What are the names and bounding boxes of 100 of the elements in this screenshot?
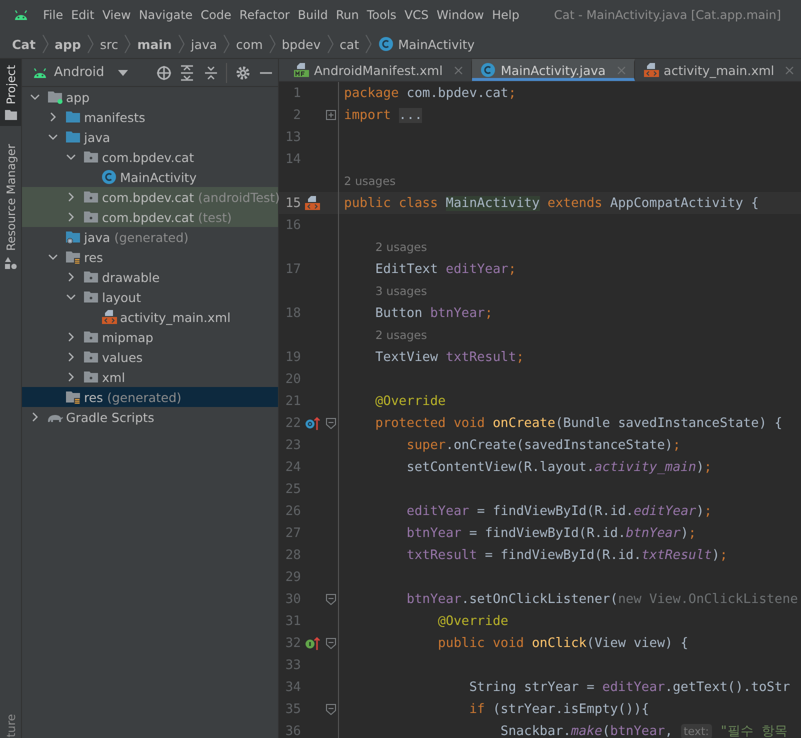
line-number: 32 <box>284 636 301 650</box>
tree-item[interactable]: res <box>22 247 278 267</box>
breadcrumb-item[interactable]: com <box>236 36 263 52</box>
chevron-icon <box>124 34 132 54</box>
tree-item[interactable]: com.bpdev.cat (test) <box>22 207 278 227</box>
module-folder-icon <box>47 89 63 105</box>
code-line: @Override <box>436 614 508 628</box>
tree-item[interactable]: app <box>22 87 278 107</box>
tool-window-tab[interactable]: ture <box>0 714 21 738</box>
class-icon <box>101 169 117 185</box>
line-number: 24 <box>284 460 301 474</box>
code-line: import ... <box>344 108 422 122</box>
tree-item[interactable]: MainActivity <box>22 167 278 187</box>
class-icon <box>378 36 394 52</box>
tree-item[interactable]: java <box>22 127 278 147</box>
editor-tab[interactable]: activity_main.xml <box>634 59 801 81</box>
menu-item[interactable]: Run <box>332 8 363 22</box>
menu-item[interactable]: File <box>39 8 68 22</box>
tree-item[interactable]: com.bpdev.cat <box>22 147 278 167</box>
close-icon <box>454 66 463 74</box>
chevron-icon <box>268 34 276 54</box>
chevron-icon <box>86 34 94 54</box>
minimize-icon <box>260 72 272 74</box>
menu-item[interactable]: Code <box>196 8 236 22</box>
expand-all-icon <box>179 64 196 80</box>
code-line: Button btnYear; <box>374 306 493 320</box>
package-folder-icon <box>83 349 99 365</box>
menu-item[interactable]: Window <box>432 8 488 22</box>
code-line: public void onClick(View view) { <box>436 636 688 650</box>
chevron-right-icon <box>48 112 58 122</box>
editor-tab[interactable]: AndroidManifest.xml <box>285 59 472 81</box>
usages-hint[interactable]: 2 usages <box>344 174 396 188</box>
usages-hint[interactable]: 2 usages <box>375 328 427 342</box>
layout-file-icon <box>642 62 659 78</box>
view-selector[interactable]: Android <box>32 65 128 80</box>
package-folder-icon <box>83 269 99 285</box>
code-line: @Override <box>374 394 446 408</box>
breadcrumb-item[interactable]: MainActivity <box>398 36 475 52</box>
line-number: 27 <box>284 526 301 540</box>
folder-icon <box>4 110 16 120</box>
tool-window-tab[interactable]: Project <box>0 59 21 126</box>
chevron-right-icon <box>66 272 76 282</box>
line-number: 2 <box>292 108 301 122</box>
line-number: 18 <box>284 306 301 320</box>
manifest-file-icon <box>293 62 309 78</box>
usages-hint[interactable]: 3 usages <box>375 284 427 298</box>
line-number: 28 <box>284 548 301 562</box>
code-line: btnYear = findViewById(R.id.btnYear); <box>406 526 696 540</box>
package-folder-icon <box>83 369 99 385</box>
menu-item[interactable]: Refactor <box>235 8 294 22</box>
chevron-right-icon <box>30 412 40 422</box>
line-number: 34 <box>284 680 301 694</box>
close-icon <box>616 66 626 74</box>
tree-item[interactable]: activity_main.xml <box>22 307 278 327</box>
resource-folder-icon <box>65 249 81 265</box>
breadcrumb-item[interactable]: Cat <box>12 36 36 52</box>
breadcrumb-item[interactable]: app <box>54 36 81 52</box>
override-icon <box>304 415 320 431</box>
tree-item[interactable]: mipmap <box>22 327 278 347</box>
layout-file-icon <box>101 309 117 325</box>
line-number: 21 <box>284 394 301 408</box>
code-line: btnYear.setOnClickListener(new View.OnClickListene <box>406 592 798 606</box>
code-line: EditText editYear; <box>374 262 516 276</box>
breadcrumb-item[interactable]: java <box>190 36 218 52</box>
chevron-down-icon <box>30 92 40 102</box>
resource-folder-icon <box>65 389 81 405</box>
breadcrumb-item[interactable]: main <box>137 36 172 52</box>
menu-item[interactable]: VCS <box>400 8 433 22</box>
tree-item[interactable]: layout <box>22 287 278 307</box>
window-title: Cat - MainActivity.java [Cat.app.main] <box>554 8 781 22</box>
menu-item[interactable]: Tools <box>362 8 400 22</box>
editor-tab[interactable]: MainActivity.java <box>472 59 635 81</box>
line-number: 29 <box>284 570 301 584</box>
usages-hint[interactable]: 2 usages <box>375 240 427 254</box>
line-number: 25 <box>284 482 301 496</box>
code-line: setContentView(R.layout.activity_main); <box>406 460 712 474</box>
line-number: 1 <box>292 86 301 100</box>
code-line: if (strYear.isEmpty()){ <box>468 702 650 716</box>
line-number: 31 <box>284 614 301 628</box>
tool-window-tab[interactable]: Resource Manager <box>0 138 21 276</box>
package-folder-icon <box>83 149 99 165</box>
tree-item[interactable]: Gradle Scripts <box>22 407 278 427</box>
tree-item[interactable]: java (generated) <box>22 227 278 247</box>
tree-item[interactable]: res (generated) <box>22 387 278 407</box>
android-icon <box>32 66 48 80</box>
tree-item[interactable]: values <box>22 347 278 367</box>
tree-item[interactable]: drawable <box>22 267 278 287</box>
menu-item[interactable]: Edit <box>67 8 98 22</box>
generated-folder-icon <box>65 229 81 245</box>
tree-item[interactable]: manifests <box>22 107 278 127</box>
menu-item[interactable]: View <box>98 8 135 22</box>
menu-item[interactable]: Navigate <box>134 8 197 22</box>
breadcrumb-item[interactable]: cat <box>340 36 360 52</box>
menu-item[interactable]: Help <box>488 8 524 22</box>
menu-item[interactable]: Build <box>294 8 332 22</box>
breadcrumb-item[interactable]: bpdev <box>282 36 321 52</box>
breadcrumb-item[interactable]: src <box>100 36 118 52</box>
tree-item[interactable]: xml <box>22 367 278 387</box>
tree-item[interactable]: com.bpdev.cat (androidTest) <box>22 187 278 207</box>
code-line: editYear = findViewById(R.id.editYear); <box>406 504 712 518</box>
